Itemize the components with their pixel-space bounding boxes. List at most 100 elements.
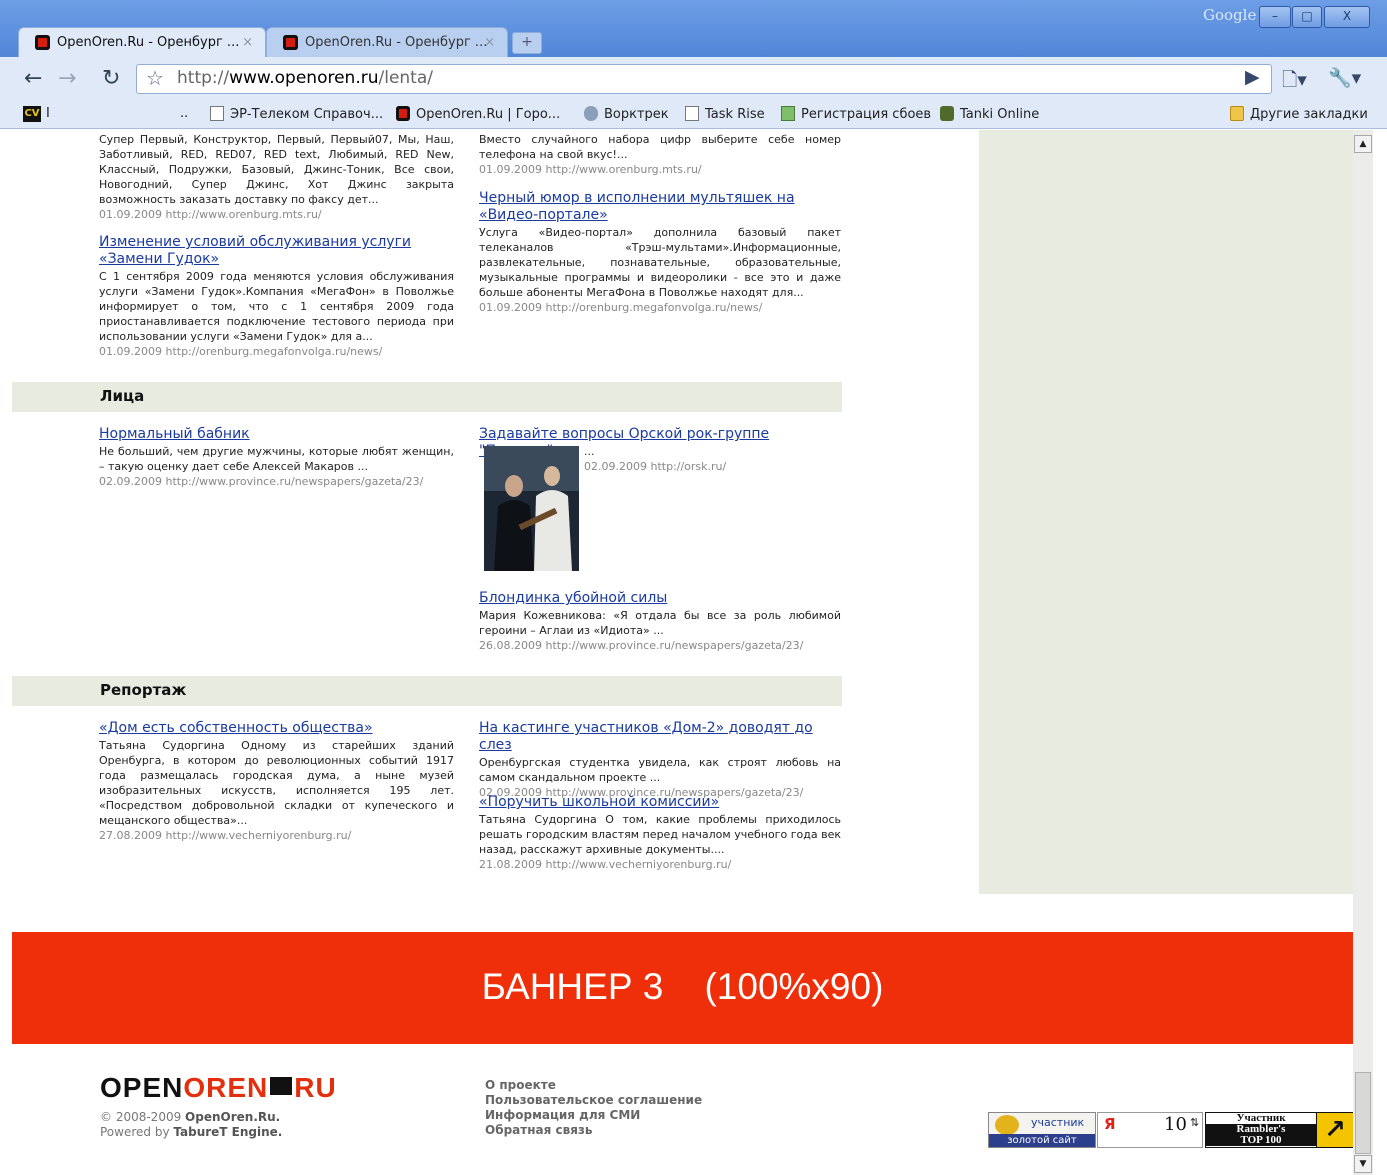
minimize-button[interactable]: – — [1259, 6, 1291, 28]
bookmark-item[interactable]: OpenOren.Ru | Горо... — [396, 106, 560, 122]
section-header-faces: Лица — [12, 382, 842, 412]
footer-link-press[interactable]: Информация для СМИ — [485, 1108, 702, 1123]
tab-close-icon[interactable]: × — [242, 28, 253, 57]
news-title-link[interactable]: «Поручить школьной комиссии» — [479, 794, 841, 811]
vertical-scrollbar[interactable] — [1353, 130, 1373, 1175]
news-item: «Дом есть собственность общества» Татьян… — [99, 720, 454, 843]
section-header-report: Репортаж — [12, 676, 842, 706]
bookmark-item[interactable]: ЭР-Телеком Справоч... — [210, 106, 383, 122]
openoren-favicon-icon — [283, 35, 298, 50]
bookmark-item[interactable]: Ворктрек — [584, 106, 669, 122]
logo-part: RU — [294, 1072, 337, 1103]
bookmark-label: Ворктрек — [604, 107, 669, 122]
news-title-link[interactable]: Черный юмор в исполнении мультяшек на «В… — [479, 190, 841, 224]
news-meta: 02.09.2009 http://www.province.ru/newspa… — [99, 475, 424, 488]
footer-link-feedback[interactable]: Обратная связь — [485, 1123, 702, 1138]
news-meta: 26.08.2009 http://www.province.ru/newspa… — [479, 639, 804, 652]
tab-openoren-2[interactable]: OpenOren.Ru - Оренбург ... × — [266, 27, 508, 57]
news-title-link[interactable]: На кастинге участников «Дом-2» доводят д… — [479, 720, 841, 754]
news-item: «Поручить школьной комиссии» Татьяна Суд… — [479, 794, 841, 872]
news-item: Черный юмор в исполнении мультяшек на «В… — [479, 190, 841, 315]
bookmark-item[interactable]: Регистрация сбоев — [781, 106, 931, 122]
news-item: Изменение условий обслуживания услуги «З… — [99, 234, 454, 359]
section-title: Репортаж — [100, 681, 187, 699]
other-bookmarks[interactable]: Другие закладки — [1230, 106, 1368, 122]
bookmark-label: Регистрация сбоев — [801, 107, 932, 122]
tank-icon — [940, 106, 954, 121]
new-tab-button[interactable]: + — [512, 32, 542, 54]
band-photo-image — [484, 446, 579, 571]
address-url[interactable]: http://www.openoren.ru/lenta/ — [177, 68, 433, 88]
go-play-icon[interactable]: ▶ — [1245, 66, 1260, 88]
news-meta: 01.09.2009 http://orenburg.megafonvolga.… — [479, 301, 763, 314]
news-meta: 01.09.2009 http://www.orenburg.mts.ru/ — [479, 163, 702, 176]
close-window-button[interactable]: X — [1324, 6, 1370, 28]
scroll-up-icon[interactable]: ▲ — [1354, 135, 1372, 153]
rambler-top100-counter[interactable]: Участник Rambler's TOP 100 — [1205, 1112, 1317, 1148]
refresh-icon: ⇅ — [1190, 1116, 1200, 1129]
news-excerpt: С 1 сентября 2009 года меняются условия … — [99, 270, 454, 343]
cv-badge-icon[interactable]: CV — [23, 106, 41, 122]
golden-site-icon — [995, 1115, 1019, 1135]
yandex-counter[interactable]: Я 10 ⇅ — [1097, 1112, 1203, 1148]
news-item: ... 02.09.2009 http://orsk.ru/ — [584, 444, 841, 474]
footer-link-about[interactable]: О проекте — [485, 1078, 702, 1093]
news-meta: 01.09.2009 http://www.orenburg.mts.ru/ — [99, 208, 322, 221]
news-excerpt: Услуга «Видео-портал» дополнила базовый … — [479, 226, 841, 299]
url-domain: www.openoren.ru — [229, 68, 379, 88]
news-excerpt: ... — [584, 445, 595, 458]
footer-link-terms[interactable]: Пользовательское соглашение — [485, 1093, 702, 1108]
news-title-link[interactable]: Нормальный бабник — [99, 426, 454, 443]
window-edge — [1373, 130, 1387, 1175]
page-menu-icon[interactable]: 🗋▾ — [1282, 66, 1307, 98]
arrow-counter-icon[interactable]: ↗ — [1316, 1112, 1354, 1148]
scrollbar-thumb[interactable] — [1355, 1072, 1371, 1154]
counter-label: золотой сайт — [989, 1134, 1095, 1147]
counter-label: участник — [1031, 1116, 1085, 1129]
tab-openoren-1[interactable]: OpenOren.Ru - Оренбург ... × — [18, 27, 266, 57]
bookmark-item[interactable]: I — [46, 106, 50, 121]
news-meta: 27.08.2009 http://www.vecherniyorenburg.… — [99, 829, 352, 842]
wrench-menu-icon[interactable]: 🔧▾ — [1328, 66, 1361, 89]
golden-site-counter[interactable]: участник золотой сайт — [988, 1112, 1096, 1148]
copyright-prefix: © 2008-2009 — [100, 1110, 186, 1124]
page-icon — [685, 106, 699, 121]
news-item: Блондинка убойной силы Мария Кожевникова… — [479, 590, 841, 653]
news-title-link[interactable]: Изменение условий обслуживания услуги «З… — [99, 234, 454, 268]
spreadsheet-icon — [781, 106, 795, 121]
site-logo[interactable]: OPENOREN RU — [100, 1072, 337, 1104]
bookmark-item[interactable]: Tanki Online — [940, 106, 1039, 122]
news-excerpt: Татьяна Судоргина О том, какие проблемы … — [479, 813, 841, 856]
bookmark-item[interactable]: .. — [180, 106, 188, 121]
bookmark-label: Tanki Online — [960, 107, 1040, 122]
openoren-favicon-icon — [35, 35, 50, 50]
news-meta: 21.08.2009 http://www.vecherniyorenburg.… — [479, 858, 732, 871]
ad-banner[interactable]: БАННЕР 3 (100%x90) — [12, 932, 1353, 1044]
yandex-logo-icon: Я — [1104, 1115, 1116, 1133]
news-title-link[interactable]: Блондинка убойной силы — [479, 590, 841, 607]
url-path: /lenta/ — [378, 68, 434, 88]
bookmark-item[interactable]: Task Rise — [685, 106, 765, 122]
banner-text: БАННЕР 3 (100%x90) — [481, 966, 884, 1007]
tab-close-icon[interactable]: × — [484, 28, 495, 57]
folder-icon — [1230, 106, 1244, 121]
news-excerpt: Вместо случайного набора цифр выберите с… — [479, 133, 841, 161]
news-title-link[interactable]: «Дом есть собственность общества» — [99, 720, 454, 737]
bookmark-star-icon[interactable]: ☆ — [146, 66, 164, 90]
worktrek-icon — [584, 106, 598, 121]
news-meta: 02.09.2009 http://orsk.ru/ — [584, 460, 727, 473]
bookmark-label: ЭР-Телеком Справоч... — [230, 107, 384, 122]
scroll-down-icon[interactable]: ▼ — [1354, 1155, 1372, 1173]
footer-links: О проекте Пользовательское соглашение Ин… — [485, 1078, 702, 1138]
logo-square-icon — [270, 1077, 293, 1095]
forward-arrow-icon[interactable]: → — [58, 67, 76, 91]
reload-icon[interactable]: ↻ — [102, 67, 120, 91]
page-icon — [210, 106, 224, 121]
news-photo[interactable] — [484, 446, 579, 571]
maximize-button[interactable]: □ — [1292, 6, 1322, 28]
right-sidebar — [979, 130, 1353, 894]
back-arrow-icon[interactable]: ← — [24, 67, 42, 91]
counter-value: 10 — [1164, 1114, 1187, 1135]
news-excerpt: Супер Первый, Конструктор, Первый, Первы… — [99, 133, 454, 206]
powered-engine: TabureT Engine. — [173, 1125, 283, 1139]
